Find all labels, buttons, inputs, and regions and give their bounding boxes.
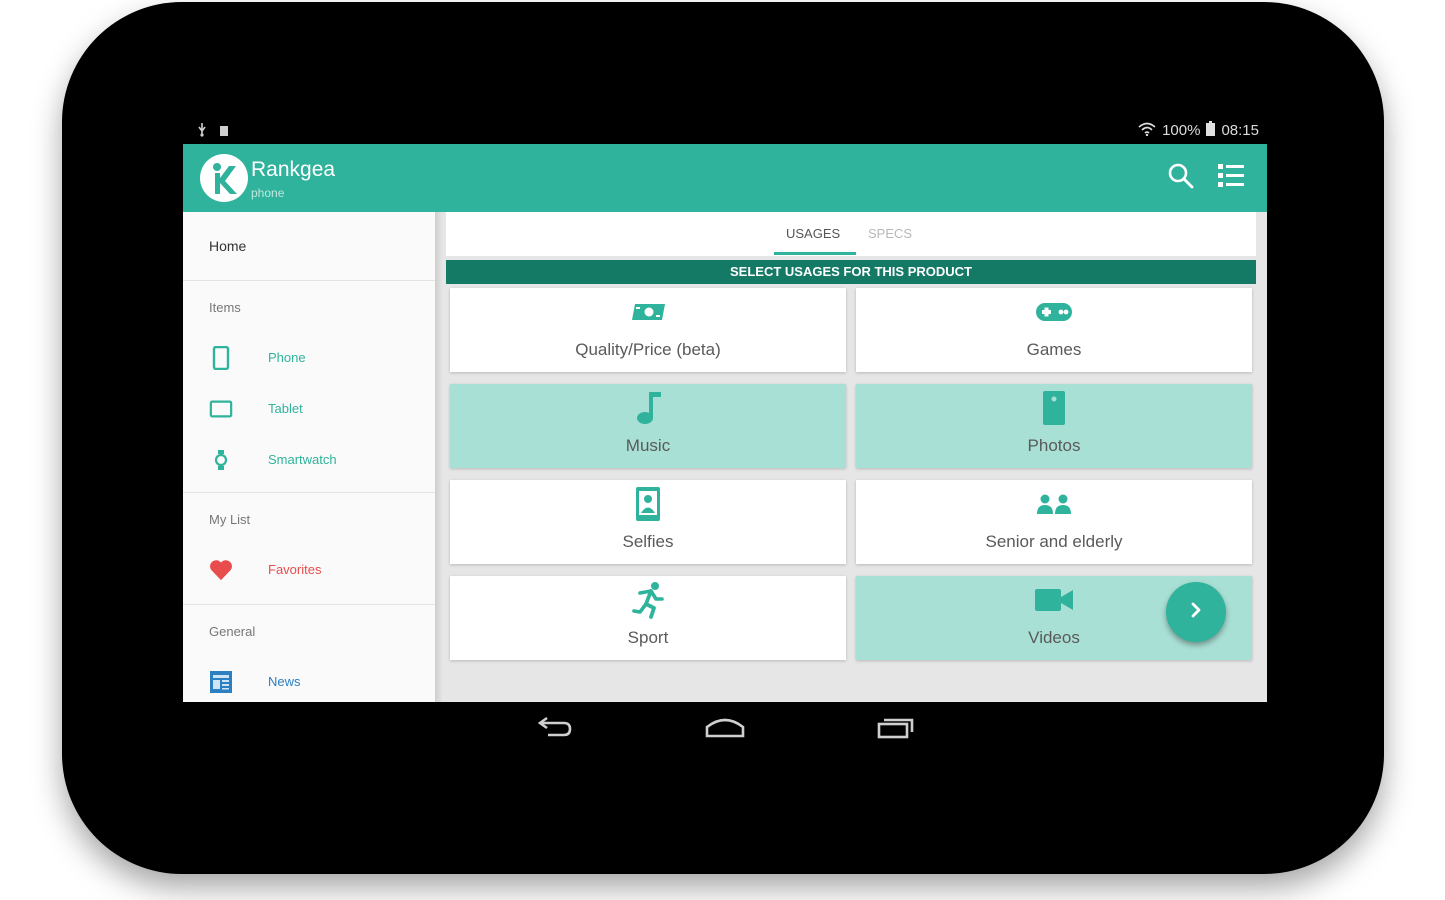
home-icon	[704, 715, 746, 744]
drawer-shadow	[435, 212, 443, 702]
usage-label: Photos	[1027, 436, 1081, 455]
usage-label: Music	[625, 436, 671, 455]
usage-card-music[interactable]: Music	[450, 384, 846, 468]
running-icon	[631, 581, 665, 624]
drawer-item-label: Favorites	[268, 562, 322, 577]
usage-label: Sport	[627, 628, 669, 647]
wifi-icon	[1138, 122, 1156, 140]
usage-label: Quality/Price (beta)	[575, 340, 721, 359]
people-icon	[1034, 492, 1074, 521]
chevron-right-icon	[1188, 602, 1204, 623]
status-bar: 100% 08:15	[183, 118, 1267, 144]
section-title-my-list: My List	[209, 512, 251, 527]
tab-indicator	[774, 252, 856, 255]
video-camera-icon	[1034, 587, 1074, 618]
list-icon	[1216, 161, 1246, 196]
smartwatch-icon	[209, 448, 233, 472]
navigation-drawer: Home Items Phone Tablet Smartwatch My Li…	[183, 212, 435, 702]
music-note-icon	[633, 390, 663, 431]
screen: Rankgea phone Home Items Phone Tablet Sm…	[183, 144, 1267, 702]
news-icon	[209, 670, 233, 694]
usage-grid: Quality/Price (beta) Games Music Photos	[450, 288, 1252, 662]
drawer-item-tablet[interactable]: Tablet	[183, 389, 435, 429]
usb-icon	[197, 123, 207, 141]
drawer-divider	[183, 492, 435, 493]
usage-card-quality-price[interactable]: Quality/Price (beta)	[450, 288, 846, 372]
main-content: USAGES SPECS SELECT USAGES FOR THIS PROD…	[446, 212, 1256, 702]
battery-icon	[1206, 121, 1216, 140]
status-notifications	[197, 123, 229, 141]
app-subtitle: phone	[251, 186, 285, 200]
drawer-divider	[183, 604, 435, 605]
photo-icon	[1041, 390, 1067, 431]
usage-card-senior[interactable]: Senior and elderly	[856, 480, 1252, 564]
usage-label: Games	[1026, 340, 1082, 359]
notification-icon	[219, 124, 229, 141]
status-indicators: 100% 08:15	[1138, 121, 1259, 140]
list-view-button[interactable]	[1213, 160, 1249, 196]
tab-specs[interactable]: SPECS	[868, 226, 912, 241]
usage-card-sport[interactable]: Sport	[450, 576, 846, 660]
money-icon	[630, 300, 666, 329]
app-title: Rankgea	[251, 158, 336, 181]
phone-icon	[209, 346, 233, 370]
search-icon	[1167, 162, 1195, 195]
home-button[interactable]	[703, 714, 747, 744]
battery-level: 100%	[1162, 122, 1201, 139]
rankgea-logo-icon	[200, 154, 248, 202]
drawer-item-news[interactable]: News	[183, 662, 435, 702]
drawer-item-label: News	[268, 674, 301, 689]
usage-label: Selfies	[622, 532, 674, 551]
drawer-item-label: Smartwatch	[268, 452, 337, 467]
usage-label: Senior and elderly	[985, 532, 1123, 551]
tablet-icon	[209, 397, 233, 421]
drawer-item-label: Tablet	[268, 401, 303, 416]
clock: 08:15	[1221, 122, 1259, 139]
search-button[interactable]	[1163, 160, 1199, 196]
usage-card-games[interactable]: Games	[856, 288, 1252, 372]
app-bar: Rankgea phone	[183, 144, 1267, 212]
usage-card-selfies[interactable]: Selfies	[450, 480, 846, 564]
drawer-divider	[183, 280, 435, 281]
portrait-icon	[634, 486, 662, 527]
drawer-item-favorites[interactable]: Favorites	[183, 550, 435, 590]
recent-apps-button[interactable]	[874, 714, 918, 744]
tab-usages[interactable]: USAGES	[786, 226, 840, 241]
section-title-items: Items	[209, 300, 241, 315]
select-usages-banner: SELECT USAGES FOR THIS PRODUCT	[446, 260, 1256, 284]
recent-apps-icon	[875, 715, 917, 744]
heart-icon	[209, 558, 233, 582]
drawer-item-phone[interactable]: Phone	[183, 338, 435, 378]
next-fab-button[interactable]	[1166, 582, 1226, 642]
section-title-general: General	[209, 624, 256, 639]
back-arrow-icon	[534, 715, 574, 744]
drawer-item-smartwatch[interactable]: Smartwatch	[183, 440, 435, 480]
back-button[interactable]	[532, 714, 576, 744]
gamepad-icon	[1035, 301, 1073, 328]
drawer-item-label: Phone	[268, 350, 306, 365]
usage-card-photos[interactable]: Photos	[856, 384, 1252, 468]
tab-bar: USAGES SPECS	[446, 212, 1256, 256]
drawer-item-home[interactable]: Home	[209, 238, 246, 254]
